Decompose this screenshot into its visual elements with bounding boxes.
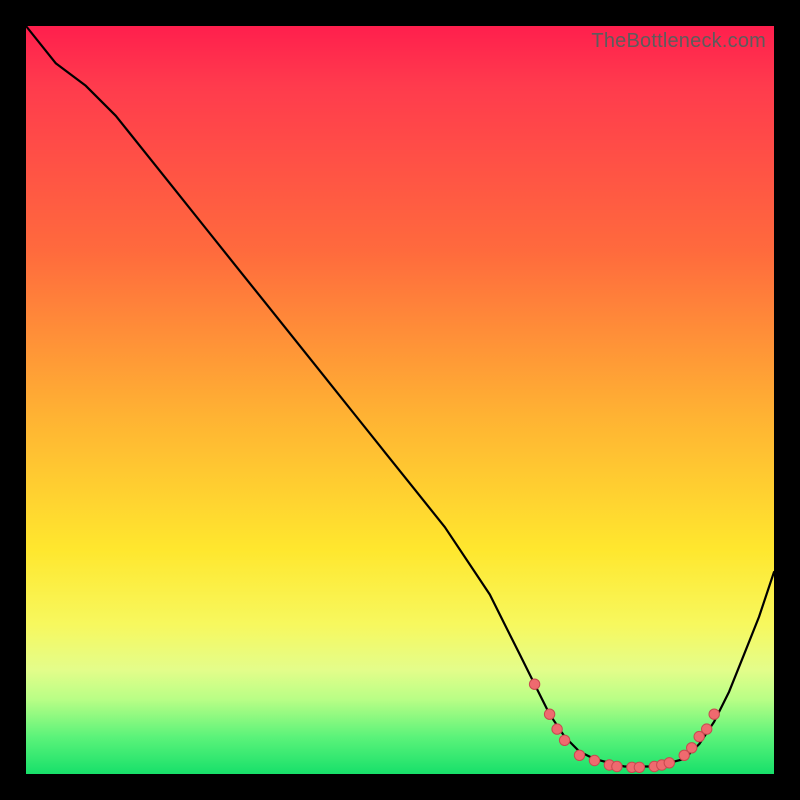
marker-dot (574, 750, 584, 760)
chart-overlay (26, 26, 774, 774)
marker-dot (612, 761, 622, 771)
marker-dot (687, 743, 697, 753)
chart-frame: TheBottleneck.com (0, 0, 800, 800)
plot-area: TheBottleneck.com (26, 26, 774, 774)
marker-dot (529, 679, 539, 689)
marker-dot (559, 735, 569, 745)
marker-dot (634, 762, 644, 772)
marker-dot (552, 724, 562, 734)
marker-dot (702, 724, 712, 734)
marker-dot (589, 755, 599, 765)
curve-markers (529, 679, 719, 773)
marker-dot (664, 758, 674, 768)
marker-dot (709, 709, 719, 719)
bottleneck-curve (26, 26, 774, 767)
marker-dot (544, 709, 554, 719)
